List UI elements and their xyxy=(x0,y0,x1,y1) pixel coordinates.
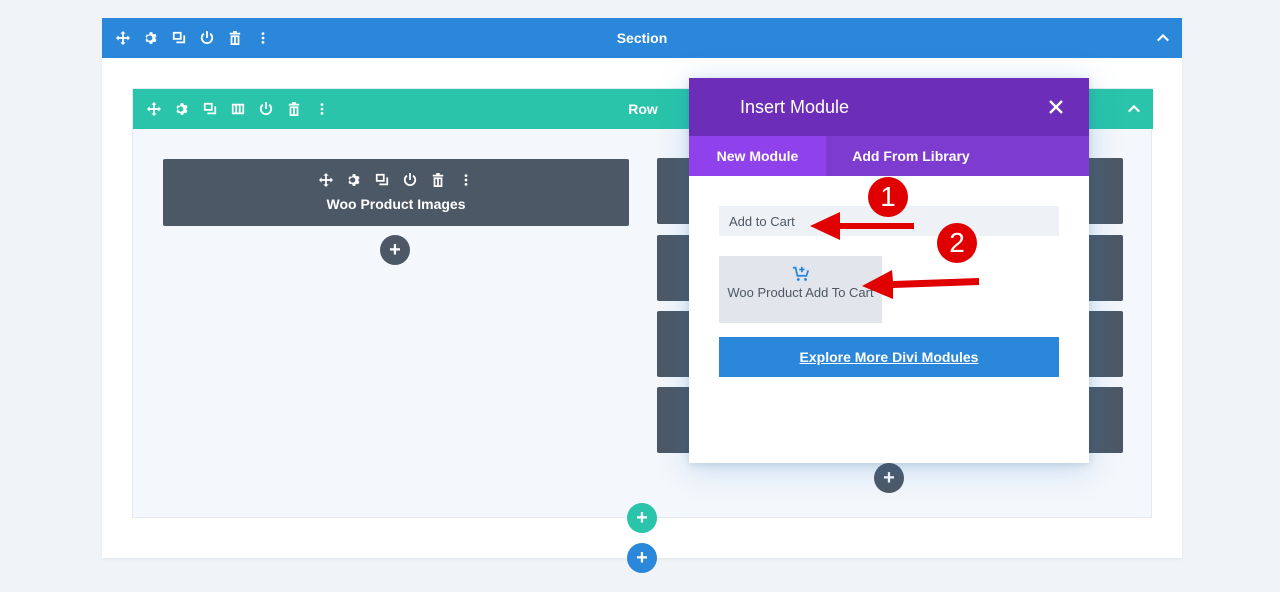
explore-more-modules-button[interactable]: Explore More Divi Modules xyxy=(719,337,1059,377)
more-icon[interactable] xyxy=(457,171,475,189)
module-toolbar-icons xyxy=(163,171,629,189)
plus-icon: + xyxy=(636,507,648,529)
modal-tabs: New Module Add From Library xyxy=(689,136,1089,176)
plus-icon: + xyxy=(636,547,648,569)
duplicate-icon[interactable] xyxy=(170,29,188,47)
move-icon[interactable] xyxy=(145,100,163,118)
section-toolbar: Section xyxy=(102,18,1182,58)
power-icon[interactable] xyxy=(198,29,216,47)
tab-new-module[interactable]: New Module xyxy=(689,136,826,176)
annotation-badge-2: 2 xyxy=(937,223,977,263)
row-toolbar-icons xyxy=(145,89,331,129)
module-result-woo-add-to-cart[interactable]: Woo Product Add To Cart xyxy=(719,256,882,323)
trash-icon[interactable] xyxy=(226,29,244,47)
trash-icon[interactable] xyxy=(285,100,303,118)
power-icon[interactable] xyxy=(401,171,419,189)
cart-icon xyxy=(791,264,811,284)
more-icon[interactable] xyxy=(313,100,331,118)
duplicate-icon[interactable] xyxy=(373,171,391,189)
chevron-up-icon[interactable] xyxy=(1154,29,1172,47)
columns-icon[interactable] xyxy=(229,100,247,118)
insert-module-modal: Insert Module New Module Add From Librar… xyxy=(689,78,1089,463)
power-icon[interactable] xyxy=(257,100,275,118)
move-icon[interactable] xyxy=(317,171,335,189)
close-icon[interactable] xyxy=(1047,98,1065,116)
gear-icon[interactable] xyxy=(173,100,191,118)
more-icon[interactable] xyxy=(254,29,272,47)
modal-title: Insert Module xyxy=(740,97,850,117)
gear-icon[interactable] xyxy=(142,29,160,47)
chevron-up-icon[interactable] xyxy=(1125,100,1143,118)
modal-header: Insert Module xyxy=(689,78,1089,136)
add-module-button-right[interactable]: + xyxy=(874,463,904,493)
module-result-label: Woo Product Add To Cart xyxy=(727,285,874,300)
gear-icon[interactable] xyxy=(345,171,363,189)
annotation-badge-1: 1 xyxy=(868,177,908,217)
section-toolbar-icons xyxy=(114,18,272,58)
plus-icon: + xyxy=(883,467,895,489)
plus-icon: + xyxy=(389,239,401,261)
add-row-button[interactable]: + xyxy=(627,503,657,533)
module-title: Woo Product Images xyxy=(326,196,466,212)
add-module-button[interactable]: + xyxy=(380,235,410,265)
trash-icon[interactable] xyxy=(429,171,447,189)
tab-add-from-library[interactable]: Add From Library xyxy=(826,136,996,176)
module-woo-product-images[interactable]: Woo Product Images xyxy=(163,159,629,226)
duplicate-icon[interactable] xyxy=(201,100,219,118)
move-icon[interactable] xyxy=(114,29,132,47)
add-section-button[interactable]: + xyxy=(627,543,657,573)
